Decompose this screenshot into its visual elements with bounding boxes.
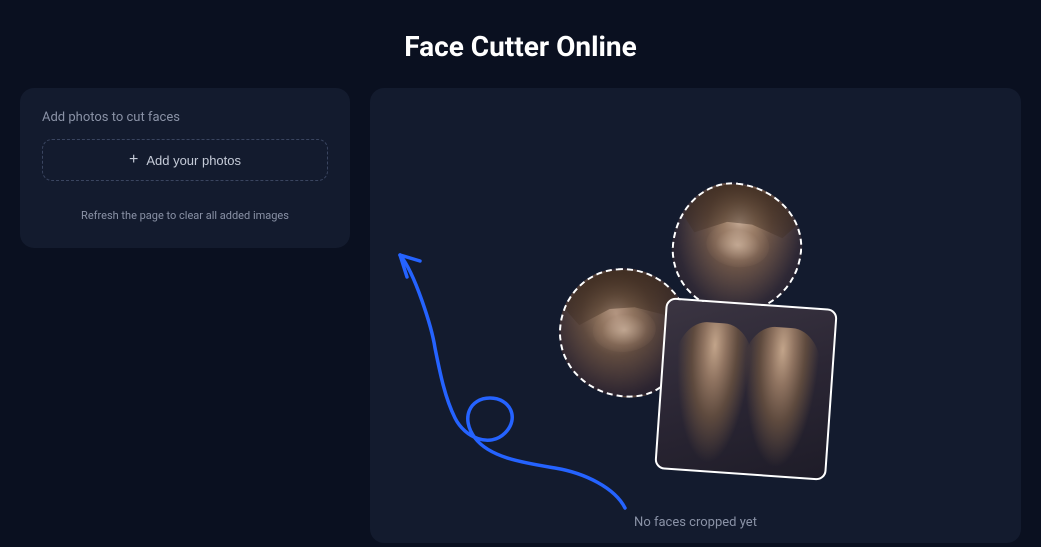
preview-panel: No faces cropped yet — [370, 88, 1021, 543]
source-photo — [654, 297, 838, 481]
upload-panel-label: Add photos to cut faces — [42, 110, 328, 125]
content-wrapper: Add photos to cut faces + Add your photo… — [0, 88, 1041, 543]
add-photos-button-label: Add your photos — [146, 153, 241, 168]
page-title: Face Cutter Online — [0, 0, 1041, 88]
refresh-hint: Refresh the page to clear all added imag… — [42, 209, 328, 222]
cutout-face-shading — [668, 179, 806, 317]
upload-panel: Add photos to cut faces + Add your photo… — [20, 88, 350, 248]
person-silhouette-right — [734, 325, 824, 480]
status-text: No faces cropped yet — [370, 515, 1021, 530]
illustration-area: No faces cropped yet — [370, 88, 1021, 543]
add-photos-button[interactable]: + Add your photos — [42, 139, 328, 181]
plus-icon: + — [129, 152, 138, 168]
